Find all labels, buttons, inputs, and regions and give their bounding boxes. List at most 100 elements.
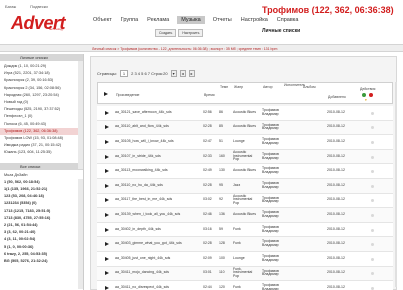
sidebar-list-item[interactable]: Южань (123, 604, 11:25:35)	[0, 149, 83, 156]
col-tempo[interactable]: Темп	[220, 85, 228, 89]
sidebar-all-list-item[interactable]: 1 (50, 562, 00:18:54)	[0, 179, 83, 186]
table-row[interactable]: aa_30110_no_hu_da_44k_sds 02:28 95 Jazz Троф…	[97, 178, 393, 194]
table-row[interactable]: aa_30402_in_depth_44k_sds 03:16 59 Funk Троф…	[97, 222, 393, 238]
sidebar-list-item[interactable]: Игра (521, 2201, 37:34:18)	[0, 70, 83, 77]
pager-next-button[interactable]: ▸	[188, 70, 195, 77]
sidebar-list-item[interactable]: Пешеходы (525, 2190, 37:37:52)	[0, 106, 83, 113]
add-icon[interactable]	[362, 93, 366, 97]
table-row[interactable]: aa_30121_save_afternoon_44k_sds 02:56 86 Ac…	[97, 106, 393, 121]
sidebar-list-item[interactable]: Красноярск 2 (34, 156, 02:08:56)	[0, 85, 83, 92]
table-row[interactable]: aa_30403_gimme_what_you_got_44k_sds 02:28…	[97, 237, 393, 252]
sidebar-list-item[interactable]: Дождик (1, 10, 00:21:29)	[0, 63, 83, 70]
play-icon[interactable]	[105, 106, 109, 120]
logo-link-1[interactable]: Подвески	[30, 4, 48, 9]
menu-item-advertising[interactable]: Реклама	[146, 16, 170, 24]
expand-icon[interactable]: ▾	[365, 98, 367, 102]
col-title[interactable]: Произведение	[116, 93, 139, 97]
col-time[interactable]: Время	[204, 93, 215, 97]
sidebar-all-list-item[interactable]: 1(1 (135, 1966, 21:52:21)	[0, 186, 83, 193]
rows-per-page-select[interactable]: ▾	[170, 70, 177, 77]
table-row[interactable]: aa_30107_in_stride_44k_sds 02:33 160 Acoust…	[97, 149, 393, 165]
play-icon[interactable]	[105, 179, 109, 193]
sidebar-list-item[interactable]: Новый год (0)	[0, 99, 83, 106]
current-page-input[interactable]: 1	[119, 70, 129, 77]
sidebar-all-list-item[interactable]: 1713 (830, 4755, 27:55:16)	[0, 215, 83, 222]
row-action-icon[interactable]	[371, 155, 374, 159]
row-action-icon[interactable]	[371, 272, 374, 276]
play-icon[interactable]	[105, 208, 109, 222]
table-row[interactable]: aa_30411_no_disrespect_44k_sds 02:44 120 Fu…	[97, 281, 393, 290]
row-action-icon[interactable]	[371, 228, 374, 232]
menu-item-music[interactable]: Музыка	[177, 16, 205, 24]
page-links[interactable]: 2 3 4 5 6 7 Строк:20	[131, 71, 168, 76]
play-icon[interactable]	[105, 281, 109, 290]
sidebar-all-list-item[interactable]: 6 trazy, 2, 255, 04:53:35)	[0, 251, 83, 258]
create-button[interactable]: Создать	[155, 29, 177, 37]
sidebar-scrollbar[interactable]	[78, 61, 83, 169]
sidebar-all-list-item[interactable]: 3 (3, 62, 00:21:40)	[0, 229, 83, 236]
track-tempo: 128	[219, 241, 225, 246]
play-icon[interactable]	[105, 194, 109, 208]
menu-item-reports[interactable]: Отчеты	[212, 16, 233, 24]
sidebar-list-item[interactable]: Полоса (6, 45, 00:49:43)	[0, 121, 83, 128]
play-icon[interactable]	[105, 223, 109, 237]
sidebar-list-item[interactable]: Пенфлоэл_1 (0)	[0, 113, 83, 120]
menu-item-help[interactable]: Справка	[276, 16, 300, 24]
play-icon[interactable]	[105, 135, 109, 149]
track-time: 02:49	[203, 168, 212, 173]
table-row[interactable]: aa_30139_when_i_took_all_you_44k_sds 02:4…	[97, 208, 393, 223]
sidebar-all-list-item[interactable]: 4 (3, 11, 00:02:54)	[0, 236, 83, 243]
track-added-date: 2010-08-12	[327, 124, 345, 129]
table-row[interactable]: aa_30117_the_best_in_me_44k_sds 03:02 92 Ac…	[97, 193, 393, 209]
row-action-icon[interactable]	[371, 213, 374, 217]
row-action-icon[interactable]	[371, 126, 374, 130]
row-action-icon[interactable]	[371, 243, 374, 247]
play-icon[interactable]	[105, 267, 109, 281]
sidebar-all-list-item[interactable]: Muza ДэЗайн	[0, 172, 83, 179]
logo-link-0[interactable]: Багаж	[5, 4, 16, 9]
pager-prev-button[interactable]: ◂	[179, 70, 186, 77]
sidebar-list-item[interactable]: Народная (260, 1297, 23:20:54)	[0, 92, 83, 99]
sidebar-all-list-item[interactable]: BG (505, 5276, 21:32:24)	[0, 258, 83, 265]
row-action-icon[interactable]	[371, 199, 374, 203]
app-logo[interactable]: Багаж Подвески Advert technology	[5, 4, 85, 36]
table-row[interactable]: aa_30411_mojo_dancing_44k_sds 03:01 110 Fun…	[97, 266, 393, 282]
sidebar-all-list-item[interactable]: 1713 (1215, 7183, 25:51:5)	[0, 208, 83, 215]
menu-item-object[interactable]: Объект	[92, 16, 113, 24]
sidebar-list-item[interactable]: Красноярск (2, 39, 00:16:53)	[0, 77, 83, 84]
col-added[interactable]: Добавлено	[328, 95, 346, 99]
play-icon[interactable]	[105, 121, 109, 135]
sidebar-scrollbar-2[interactable]	[78, 179, 83, 289]
header-play-icon[interactable]	[104, 92, 108, 97]
col-genre[interactable]: Жанр	[234, 85, 243, 89]
sidebar-all-list-item[interactable]: 1231234 (5354) (0)	[0, 200, 83, 207]
col-artist[interactable]: Автор	[263, 85, 273, 89]
track-added-date: 2010-08-12	[327, 197, 345, 202]
table-row[interactable]: aa_30110_ablt_and_flow_44k_sds 02:28 85 Aco…	[97, 120, 393, 136]
row-action-icon[interactable]	[371, 184, 374, 188]
table-scrollbar[interactable]	[395, 82, 397, 287]
row-action-icon[interactable]	[371, 286, 374, 290]
row-action-icon[interactable]	[371, 257, 374, 261]
row-action-icon[interactable]	[371, 170, 374, 174]
table-row[interactable]: aa_30405_just_one_night_44k_sds 02:09 100 L…	[97, 251, 393, 267]
play-icon[interactable]	[105, 252, 109, 266]
play-icon[interactable]	[105, 150, 109, 164]
menu-item-settings[interactable]: Настройка	[240, 16, 269, 24]
play-icon[interactable]	[105, 164, 109, 178]
configure-button[interactable]: Настроить	[178, 29, 204, 37]
sidebar-all-list-item[interactable]: 5 (1, 0, 00:00:36)	[0, 244, 83, 251]
menu-item-group[interactable]: Группа	[120, 16, 139, 24]
sidebar-list-item[interactable]: Имиджа радио (37, 21, 00:15:42)	[0, 142, 83, 149]
sidebar-all-list-item[interactable]: 123 (53, 208, 04:46:18)	[0, 193, 83, 200]
delete-icon[interactable]	[369, 93, 373, 97]
col-album[interactable]: Альбом	[303, 85, 316, 89]
row-action-icon[interactable]	[371, 111, 374, 115]
table-row[interactable]: aa_30105_how_will_i_know_44k_sds 02:47 51 L…	[97, 135, 393, 150]
row-action-icon[interactable]	[371, 140, 374, 144]
sidebar-all-list-item[interactable]: 2 (21, 56, 01:54:44)	[0, 222, 83, 229]
sidebar-list-item[interactable]: Трофимов LOW (15, 93, 01:08:48)	[0, 135, 83, 142]
table-row[interactable]: aa_30113_moonwalking_44k_sds 02:49 130 Acou…	[97, 164, 393, 179]
sidebar-list-item[interactable]: Трофимов (122, 362, 06:36:38)	[0, 127, 83, 136]
play-icon[interactable]	[105, 237, 109, 251]
